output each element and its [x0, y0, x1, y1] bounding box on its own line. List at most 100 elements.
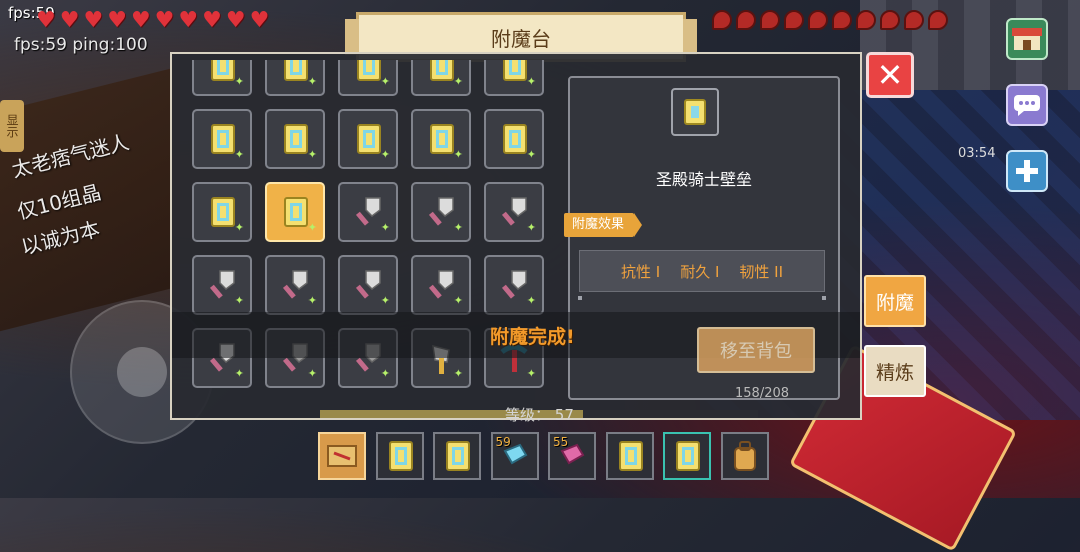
- sparkle-icon: ✦: [380, 148, 390, 161]
- food-icon: [808, 10, 828, 30]
- hotbar-slot[interactable]: [433, 432, 481, 480]
- joystick-knob[interactable]: [117, 347, 167, 397]
- item-name: 圣殿骑士壁垒: [655, 170, 752, 189]
- sparkle-icon: ✦: [380, 75, 390, 88]
- health-bar: ♥ ♥ ♥ ♥ ♥ ♥ ♥ ♥ ♥ ♥: [36, 10, 269, 32]
- side-show-tab[interactable]: 显示: [0, 100, 24, 152]
- item-count: 55: [553, 435, 569, 449]
- inventory-slot[interactable]: ✦: [265, 109, 325, 169]
- heart-icon: ♥: [178, 8, 199, 33]
- hotbar-slot[interactable]: [605, 432, 654, 480]
- sparkle-icon: ✦: [453, 221, 463, 234]
- tab-refine[interactable]: 精炼: [864, 345, 926, 397]
- heart-icon: ♥: [83, 8, 104, 33]
- sparkle-icon: ✦: [453, 75, 463, 88]
- item-count: 59: [495, 435, 511, 449]
- sparkle-icon: ✦: [526, 294, 536, 307]
- background-counter: 158/208: [735, 386, 790, 401]
- sparkle-icon: ✦: [234, 294, 244, 307]
- map-scroll-icon: [327, 445, 357, 467]
- heart-icon: ♥: [225, 8, 246, 33]
- scroll-icon: [676, 441, 700, 471]
- heart-icon: ♥: [249, 8, 270, 33]
- inventory-slot[interactable]: ✦: [338, 109, 398, 169]
- inventory-slot[interactable]: ✦: [265, 255, 325, 315]
- inventory-slot[interactable]: ✦: [192, 60, 252, 96]
- hotbar-slot[interactable]: [720, 432, 769, 480]
- sparkle-icon: ✦: [453, 294, 463, 307]
- food-icon: [760, 10, 780, 30]
- heart-icon: ♥: [202, 8, 222, 33]
- scroll-icon: [388, 441, 413, 471]
- hotbar-slot[interactable]: 59: [490, 432, 539, 480]
- food-icon: [856, 10, 876, 30]
- inventory-slot[interactable]: ✦: [411, 182, 471, 242]
- add-button[interactable]: [1006, 150, 1048, 192]
- sparkle-icon: ✦: [380, 367, 390, 380]
- inventory-slot[interactable]: ✦: [411, 60, 471, 96]
- hotbar-slot[interactable]: [663, 432, 711, 480]
- heart-icon: ♥: [59, 8, 80, 33]
- food-icon: [712, 10, 732, 30]
- food-icon: [880, 10, 900, 30]
- inventory-slot[interactable]: ✦: [484, 255, 544, 315]
- sparkle-icon: ✦: [307, 367, 317, 380]
- inventory-slot[interactable]: ✦: [192, 109, 252, 169]
- sparkle-icon: ✦: [307, 221, 317, 234]
- tab-enchant[interactable]: 附魔: [864, 275, 926, 327]
- effect-item: 韧性 II: [739, 262, 784, 281]
- sparkle-icon: ✦: [453, 148, 463, 161]
- chat-bubble-icon: [1014, 95, 1040, 116]
- effect-item: 抗性 I: [620, 262, 661, 281]
- sparkle-icon: ✦: [234, 148, 244, 161]
- sparkle-icon: ✦: [234, 75, 244, 88]
- inventory-slot[interactable]: ✦: [192, 182, 252, 242]
- close-icon: ✕: [876, 56, 904, 94]
- inventory-slot[interactable]: ✦: [338, 60, 398, 96]
- move-to-backpack-button[interactable]: 移至背包: [697, 327, 815, 373]
- sparkle-icon: ✦: [526, 148, 536, 161]
- shop-icon: [1012, 28, 1042, 50]
- inventory-slot[interactable]: ✦: [484, 182, 544, 242]
- inventory-slot[interactable]: ✦: [411, 255, 471, 315]
- inventory-slot[interactable]: ✦: [484, 60, 544, 96]
- hotbar-slot[interactable]: [318, 432, 366, 480]
- heart-icon: ♥: [154, 8, 175, 33]
- backpack-icon: [733, 441, 756, 471]
- sparkle-icon: ✦: [526, 367, 536, 380]
- scroll-icon: [446, 441, 470, 471]
- hunger-bar: [712, 10, 948, 30]
- sparkle-icon: ✦: [380, 294, 390, 307]
- inventory-slot[interactable]: ✦: [265, 60, 325, 96]
- inventory-slot[interactable]: ✦: [484, 109, 544, 169]
- sparkle-icon: ✦: [307, 294, 317, 307]
- food-icon: [832, 10, 852, 30]
- sparkle-icon: ✦: [380, 221, 390, 234]
- food-icon: [736, 10, 756, 30]
- scroll-icon: [684, 99, 706, 125]
- heart-icon: ♥: [107, 8, 127, 33]
- sparkle-icon: ✦: [453, 367, 463, 380]
- game-timer: 03:54: [958, 146, 996, 161]
- inventory-slot[interactable]: ✦: [265, 182, 325, 242]
- close-button[interactable]: ✕: [866, 52, 914, 98]
- detail-item-slot: [671, 88, 719, 136]
- hotbar-slot[interactable]: [375, 432, 424, 480]
- enchant-done-text: 附魔完成!: [490, 326, 575, 348]
- food-icon: [904, 10, 924, 30]
- level-value: 57: [554, 406, 574, 424]
- food-icon: [784, 10, 804, 30]
- inventory-slot[interactable]: ✦: [192, 255, 252, 315]
- inventory-slot[interactable]: ✦: [338, 255, 398, 315]
- sparkle-icon: ✦: [526, 221, 536, 234]
- fps-ping: fps:59 ping:100: [14, 35, 148, 55]
- chat-button[interactable]: [1006, 84, 1048, 126]
- level-label: 等级：: [505, 406, 551, 424]
- inventory-slot[interactable]: ✦: [338, 182, 398, 242]
- shop-button[interactable]: [1006, 18, 1048, 60]
- inventory-slot[interactable]: ✦: [411, 109, 471, 169]
- scroll-icon: [618, 441, 643, 471]
- hotbar-slot[interactable]: 55: [548, 432, 596, 480]
- divider-dots: [578, 296, 826, 302]
- sparkle-icon: ✦: [526, 75, 536, 88]
